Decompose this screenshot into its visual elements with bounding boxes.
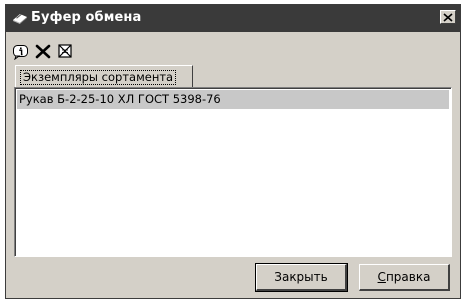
delete-icon <box>35 44 51 59</box>
close-icon <box>443 12 453 22</box>
title-bar[interactable]: Буфер обмена <box>6 5 460 32</box>
toolbar <box>6 32 460 65</box>
help-button[interactable]: Справка <box>359 264 450 291</box>
clear-all-button[interactable] <box>56 42 74 60</box>
clear-all-icon <box>58 44 72 58</box>
delete-button[interactable] <box>34 42 52 60</box>
clipboard-app-icon <box>12 11 28 25</box>
clipboard-list[interactable]: Рукав Б-2-25-10 ХЛ ГОСТ 5398-76 <box>14 87 452 257</box>
info-button[interactable] <box>12 42 30 60</box>
help-mnemonic: С <box>377 270 386 284</box>
tab-strip: Экземпляры сортамента <box>6 65 460 87</box>
close-window-button[interactable] <box>440 10 456 24</box>
info-icon <box>13 45 28 60</box>
tab-label: Экземпляры сортамента <box>20 70 177 85</box>
help-label: правка <box>385 270 431 284</box>
tab-assortment-instances[interactable]: Экземпляры сортамента <box>15 65 193 87</box>
window-title: Буфер обмена <box>31 10 142 25</box>
clipboard-dialog: Буфер обмена Экземпляры сортамента Рукав… <box>5 4 461 299</box>
close-button[interactable]: Закрыть <box>255 263 348 292</box>
list-item[interactable]: Рукав Б-2-25-10 ХЛ ГОСТ 5398-76 <box>17 90 449 109</box>
